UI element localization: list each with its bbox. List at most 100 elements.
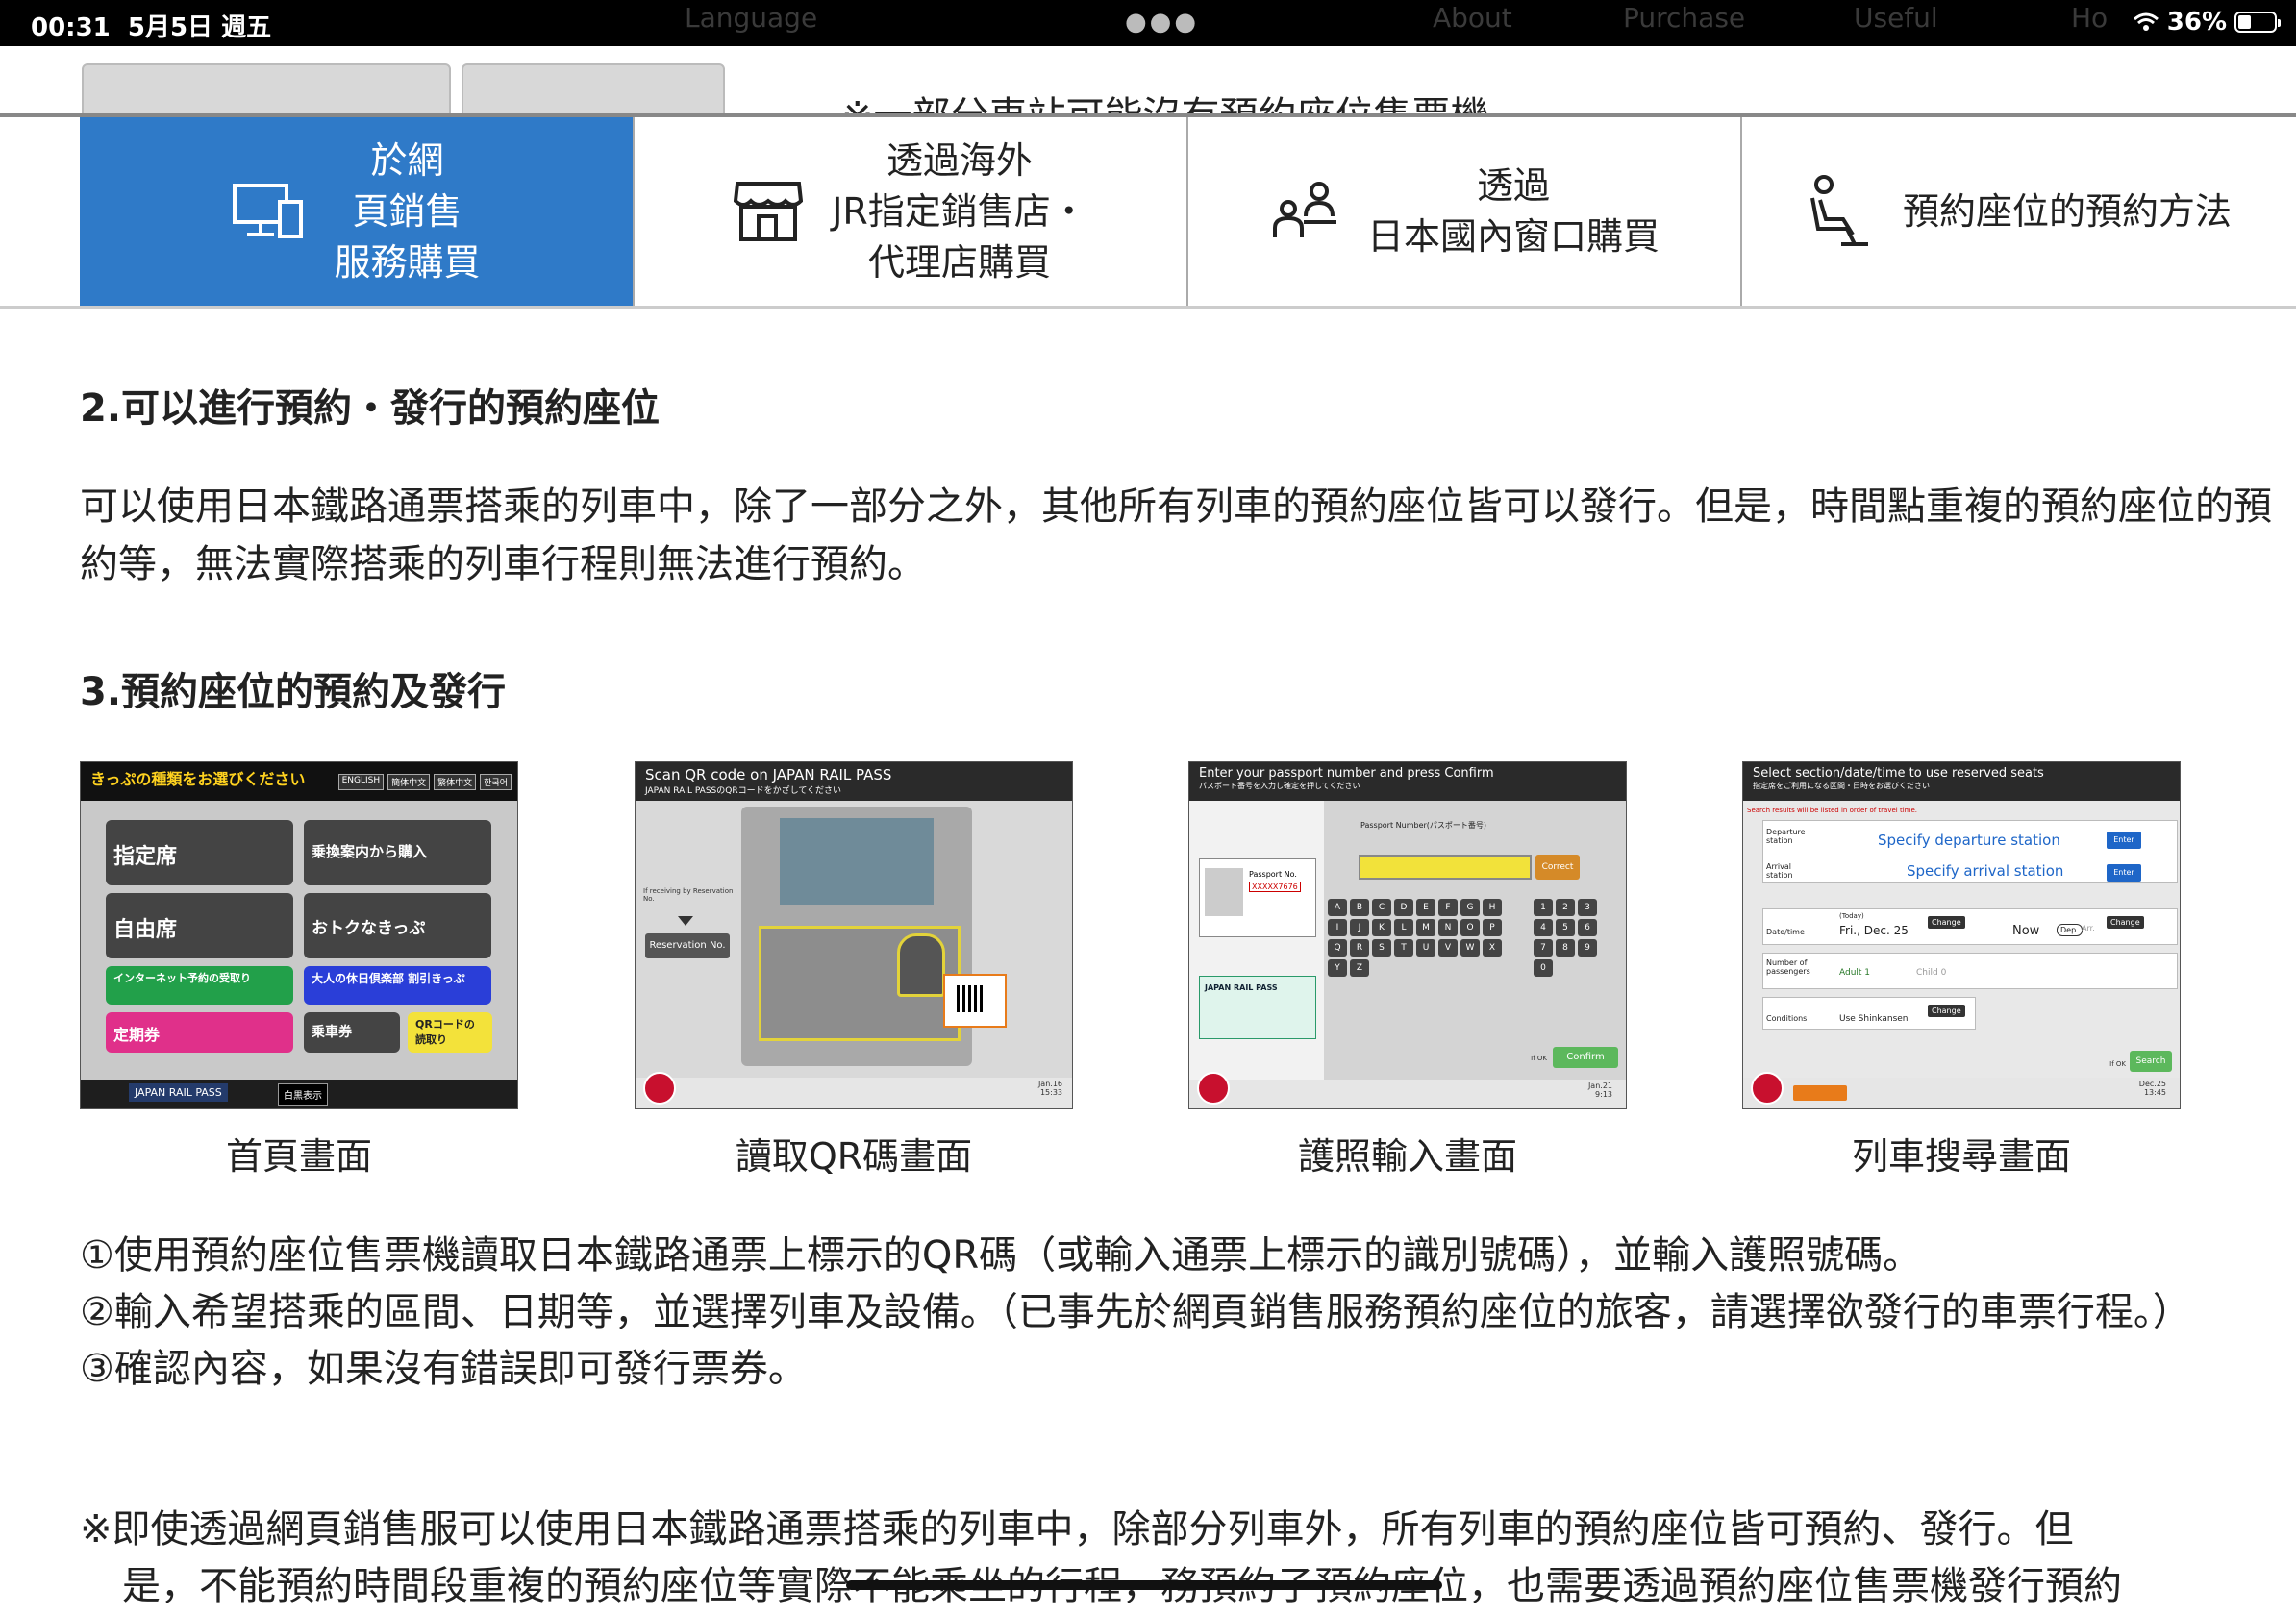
key-e: E [1416, 899, 1435, 916]
key-r: R [1350, 939, 1369, 957]
lang-button: ENGLISH [337, 774, 385, 790]
key-h: H [1483, 899, 1502, 916]
tab-label: 預約座位的預約方法 [1902, 189, 2232, 233]
date-value: Fri., Dec. 25 [1839, 924, 1909, 937]
reservation-note: ※即使透過網頁銷售服可以使用日本鐵路通票搭乘的列車中，除部分列車外，所有列車的預… [80, 1502, 2291, 1615]
return-previous-button [1793, 1085, 1847, 1101]
monitor-icon [233, 184, 304, 238]
numeric-keypad: 123 456 789 0 [1534, 899, 1610, 977]
screenshot-qr-screen: Scan QR code on JAPAN RAIL PASS JAPAN RA… [635, 761, 1073, 1109]
machine-photo [82, 63, 451, 117]
tile-route-guide: 乗換案内から購入 [304, 820, 491, 885]
num-key-5: 5 [1556, 919, 1575, 936]
search-order-notice: Search results will be listed in order o… [1747, 807, 1918, 814]
key-s: S [1372, 939, 1391, 957]
jr-pass-brand: JAPAN RAIL PASS [129, 1083, 228, 1102]
search-screen-title: Select section/date/time to use reserved… [1753, 766, 2044, 781]
tab-seat-reservation-method[interactable]: 預約座位的預約方法 [1742, 117, 2296, 306]
screenshot-home-screen: きっぷの種類をお選びください ENGLISH 簡体中文 繁体中文 한국어 指定席… [80, 761, 518, 1109]
section-3-heading: 3.預約座位的預約及發行 [80, 670, 507, 714]
tab-label: 於網 頁銷售 服務購買 [334, 138, 481, 284]
lang-button: 繁体中文 [434, 774, 477, 790]
tab-japan-counter[interactable]: 透過 日本國內窗口購買 [1188, 117, 1742, 306]
store-icon [734, 182, 804, 241]
num-key-9: 9 [1578, 939, 1597, 957]
tab-label: 透過海外 JR指定銷售店・ 代理店購買 [832, 138, 1087, 284]
passport-no-label: Passport No. [1249, 870, 1297, 879]
key-i: I [1328, 919, 1347, 936]
key-k: K [1372, 919, 1391, 936]
monochrome-button: 白黒表示 [278, 1083, 328, 1106]
machine-availability-note: ※一部分車站可能沒有預約座位售票機。 [841, 94, 1528, 117]
date-time-label: Date/time [1766, 928, 1805, 936]
note-line-1: ※即使透過網頁銷售服可以使用日本鐵路通票搭乘的列車中，除部分列車外，所有列車的預… [80, 1507, 2074, 1552]
num-key-2: 2 [1556, 899, 1575, 916]
tab-label: 透過 日本國內窗口購買 [1366, 164, 1660, 258]
ghost-menu-ho: Ho [2071, 2, 2109, 34]
step-1: ①使用預約座位售票機讀取日本鐵路通票上標示的QR碼（或輸入通票上標示的識別號碼）… [80, 1233, 1922, 1278]
departure-badge: Dep. [2057, 924, 2083, 936]
seat-icon [1810, 175, 1868, 246]
step-2: ②輸入希望搭乘的區間、日期等，並選擇列車及設備。（已事先於網頁銷售服務預約座位的… [80, 1290, 2191, 1334]
ghost-menu-purchase: Purchase [1623, 2, 1746, 34]
battery-icon [2234, 12, 2281, 33]
tab-web-sales[interactable]: 於網 頁銷售 服務購買 [80, 117, 635, 306]
enter-departure-button: Enter [2107, 832, 2141, 849]
qr-screen-subtitle: JAPAN RAIL PASSのQRコードをかざしてください [645, 786, 842, 796]
search-screen-subtitle: 指定席をご利用になる区間・日時をお選びください [1753, 782, 1930, 790]
departure-label: Departure station [1766, 828, 1806, 845]
key-p: P [1483, 919, 1502, 936]
key-d: D [1394, 899, 1413, 916]
cancel-button [1197, 1072, 1230, 1105]
cancel-button [1751, 1072, 1784, 1105]
tab-overseas-agency[interactable]: 透過海外 JR指定銷售店・ 代理店購買 [635, 117, 1188, 306]
change-date-button: Change [1928, 916, 1965, 929]
tile-discount-tickets: おトクなきっぷ [304, 893, 491, 958]
time-value: Now [2012, 924, 2040, 938]
passport-screen-datetime: Jan.21 9:13 [1587, 1081, 1612, 1099]
caption-train-search-screen: 列車搜尋畫面 [1851, 1135, 2071, 1178]
key-v: V [1438, 939, 1458, 957]
passport-screen-subtitle: パスポート番号を入力し確定を押してください [1199, 782, 1360, 790]
status-bar: 00:31 5月5日 週五 Language ●●● About Purchas… [0, 0, 2296, 46]
caption-qr-screen: 讀取QR碼畫面 [735, 1135, 973, 1178]
screenshot-passport-screen: Enter your passport number and press Con… [1188, 761, 1627, 1109]
ghost-menu-useful: Useful [1854, 2, 1938, 34]
departure-value: Specify departure station [1878, 832, 2060, 849]
tile-reserved-seat: 指定席 [106, 820, 293, 885]
num-key-8: 8 [1556, 939, 1575, 957]
search-button: Search [2130, 1051, 2172, 1072]
arrival-label: Arrival station [1766, 862, 1793, 880]
if-ok-label: If OK [1531, 1055, 1547, 1062]
tile-commuter-pass: 定期券 [106, 1012, 293, 1053]
today-label: (Today) [1839, 912, 1864, 920]
correct-button: Correct [1535, 855, 1580, 880]
home-indicator[interactable] [846, 1580, 1442, 1590]
tile-basic-ticket: 乗車券 [304, 1012, 400, 1053]
screenshot-train-search-screen: Select section/date/time to use reserved… [1742, 761, 2181, 1109]
reservation-hint: If receiving by Reservation No. [643, 887, 734, 903]
caption-home-screen: 首頁畫面 [225, 1135, 372, 1178]
key-m: M [1416, 919, 1435, 936]
search-if-ok-label: If OK [2109, 1060, 2126, 1068]
ticket-select-title: きっぷの種類をお選びください [90, 770, 306, 788]
key-c: C [1372, 899, 1391, 916]
confirm-button: Confirm [1553, 1047, 1618, 1068]
key-x: X [1483, 939, 1502, 957]
num-key-6: 6 [1578, 919, 1597, 936]
jr-pass-card-label: JAPAN RAIL PASS [1205, 983, 1278, 992]
qr-screen-title: Scan QR code on JAPAN RAIL PASS [645, 766, 892, 783]
key-y: Y [1328, 959, 1347, 977]
section-2-heading: 2.可以進行預約・發行的預約座位 [80, 386, 661, 431]
step-3: ③確認內容，如果沒有錯誤即可發行票券。 [80, 1347, 807, 1391]
tile-otona-club: 大人の休日倶楽部 割引きっぷ [304, 966, 491, 1005]
tile-internet-pickup: インターネット予約の受取り [106, 966, 293, 1005]
change-time-button: Change [2107, 916, 2144, 929]
multitask-dots-icon[interactable]: ●●● [1125, 8, 1199, 37]
arrival-badge: Arr. [2082, 924, 2095, 932]
key-u: U [1416, 939, 1435, 957]
conditions-label: Conditions [1766, 1014, 1808, 1023]
key-b: B [1350, 899, 1369, 916]
tile-non-reserved: 自由席 [106, 893, 293, 958]
key-z: Z [1350, 959, 1369, 977]
